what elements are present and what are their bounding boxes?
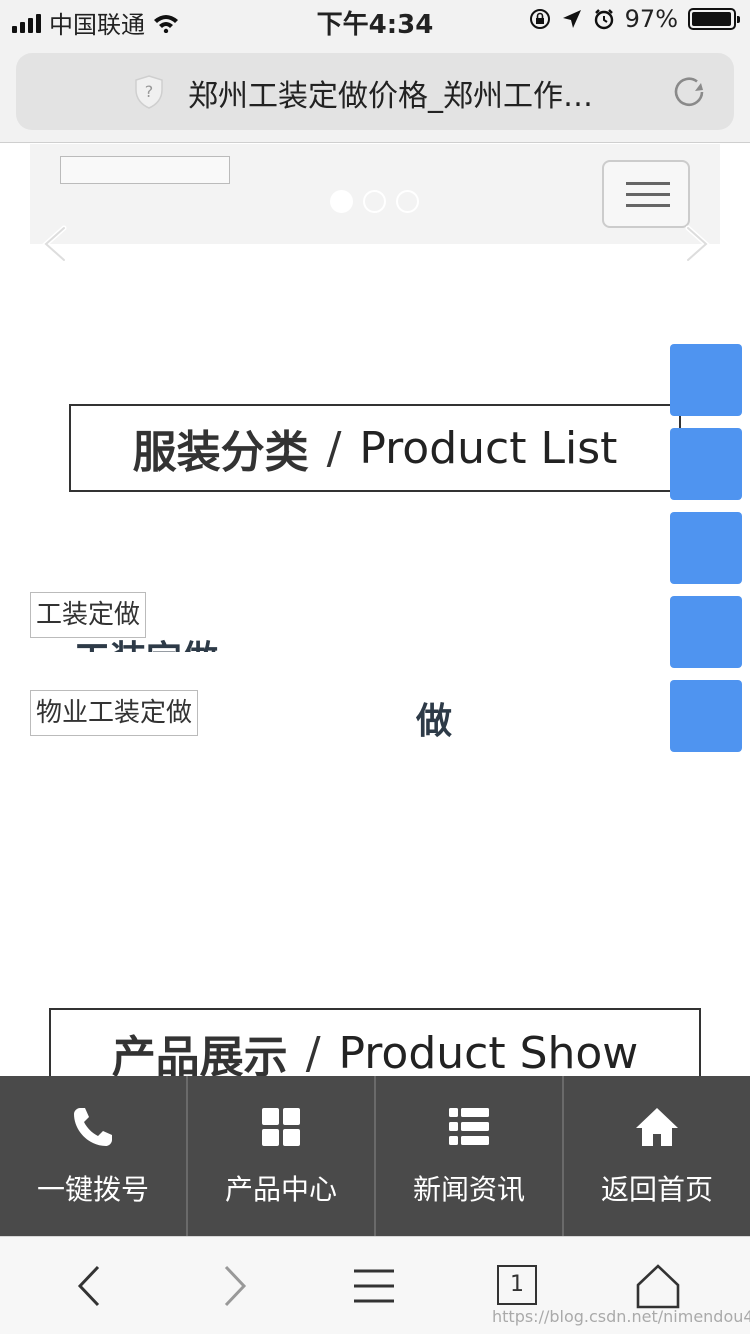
grid-icon xyxy=(262,1108,300,1146)
menu-toggle-button[interactable] xyxy=(602,160,690,228)
section-title-en: Product List xyxy=(359,422,618,474)
carousel-dot[interactable] xyxy=(330,190,353,213)
section-title-en: Product Show xyxy=(338,1027,639,1077)
banner-carousel[interactable] xyxy=(30,144,720,244)
section-title-product-show: 产品展示 / Product Show xyxy=(49,1008,701,1076)
browser-address-area: ? 郑州工装定做价格_郑州工作… xyxy=(0,40,750,143)
status-bar: 中国联通 下午4:34 97% xyxy=(0,0,750,40)
carousel-dot[interactable] xyxy=(396,190,419,213)
home-icon xyxy=(636,1108,678,1146)
floating-button[interactable] xyxy=(670,344,742,416)
overlapping-heading-fragment: 工装定做 xyxy=(74,638,218,652)
security-shield-icon[interactable]: ? xyxy=(134,75,164,109)
nav-home-button[interactable]: 返回首页 xyxy=(564,1076,750,1236)
alarm-icon xyxy=(594,9,613,30)
svg-text:?: ? xyxy=(145,82,154,101)
menu-icon[interactable] xyxy=(351,1263,397,1309)
watermark-text: https://blog.csdn.net/nimendou4zhu xyxy=(492,1307,750,1326)
nav-label: 一键拨号 xyxy=(36,1173,149,1206)
floating-button[interactable] xyxy=(670,680,742,752)
battery-fill xyxy=(692,12,731,26)
list-icon xyxy=(449,1108,489,1145)
reload-icon[interactable] xyxy=(670,73,708,111)
carousel-prev-icon[interactable] xyxy=(36,224,76,264)
battery-percent: 97% xyxy=(624,5,678,33)
status-right: 97% xyxy=(529,5,740,33)
page-title-url[interactable]: 郑州工装定做价格_郑州工作… xyxy=(188,71,658,115)
battery-icon xyxy=(688,8,740,30)
nav-label: 产品中心 xyxy=(224,1173,337,1206)
overlapping-heading-fragment: 做 xyxy=(416,701,453,742)
web-page: 服装分类 / Product List 工装定做 工装定做 物业工装定做 做 产… xyxy=(0,144,750,1076)
browser-toolbar: 1 https://blog.csdn.net/nimendou4zhu xyxy=(0,1236,750,1334)
forward-icon[interactable] xyxy=(210,1263,256,1309)
nav-label: 新闻资讯 xyxy=(412,1173,525,1206)
back-icon[interactable] xyxy=(68,1263,114,1309)
section-title-separator: / xyxy=(305,1027,321,1077)
site-logo[interactable] xyxy=(60,156,230,184)
floating-button[interactable] xyxy=(670,512,742,584)
location-icon xyxy=(562,10,581,28)
floating-button[interactable] xyxy=(670,428,742,500)
phone-icon xyxy=(74,1108,112,1146)
carousel-next-icon[interactable] xyxy=(676,224,716,264)
bottom-nav: 一键拨号 产品中心 新闻资讯 返回首页 xyxy=(0,1076,750,1236)
nav-products-button[interactable]: 产品中心 xyxy=(188,1076,376,1236)
nav-call-button[interactable]: 一键拨号 xyxy=(0,1076,188,1236)
home-icon[interactable] xyxy=(635,1263,681,1309)
floating-button[interactable] xyxy=(670,596,742,668)
address-bar[interactable]: ? 郑州工装定做价格_郑州工作… xyxy=(16,53,734,130)
carousel-dots xyxy=(330,190,419,213)
carousel-dot[interactable] xyxy=(363,190,386,213)
section-title-cn: 服装分类 xyxy=(132,427,309,478)
section-title-separator: / xyxy=(326,422,342,474)
rotation-lock-icon xyxy=(529,9,550,29)
nav-news-button[interactable]: 新闻资讯 xyxy=(376,1076,564,1236)
tabs-button[interactable]: 1 xyxy=(497,1265,537,1305)
floating-side-toolbar xyxy=(670,344,742,752)
section-title-product-list: 服装分类 / Product List xyxy=(69,404,681,492)
category-link[interactable]: 工装定做 xyxy=(30,592,147,638)
nav-label: 返回首页 xyxy=(600,1173,713,1206)
category-link[interactable]: 物业工装定做 xyxy=(30,690,199,736)
section-title-cn: 产品展示 xyxy=(111,1032,288,1076)
